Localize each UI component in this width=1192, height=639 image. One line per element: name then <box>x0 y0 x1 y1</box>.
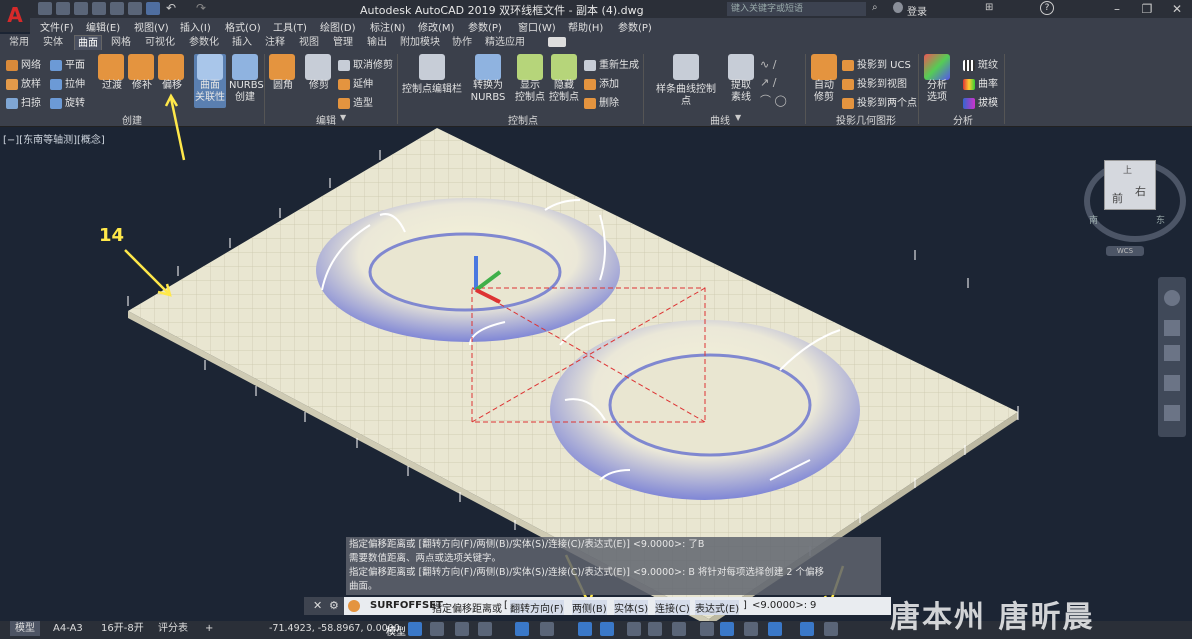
option-both-sides[interactable]: 两侧(B) <box>572 600 607 615</box>
close-command-icon[interactable]: ✕ <box>313 599 322 612</box>
command-line[interactable]: SURFOFFSET 指定偏移距离或 [ 翻转方向(F) 两侧(B) 实体(S)… <box>344 597 891 615</box>
compass-east: 东 <box>1156 216 1166 226</box>
viewcube-top[interactable]: 上 <box>1123 163 1132 176</box>
model-space-toggle[interactable]: 模型 <box>386 623 406 638</box>
layout-tab-a4a3[interactable]: A4-A3 <box>48 621 88 636</box>
ortho-icon[interactable] <box>515 622 529 636</box>
history-line: 需要数值距离、两点或选项关键字。 <box>349 553 502 564</box>
compass-south: 南 <box>1089 216 1099 226</box>
viewcube-right[interactable]: 右 <box>1135 183 1146 199</box>
transparency-icon[interactable] <box>672 622 686 636</box>
snap-icon[interactable] <box>430 622 444 636</box>
layout-tab-score[interactable]: 评分表 <box>153 621 193 636</box>
osnap-icon[interactable] <box>627 622 641 636</box>
lineweight-icon[interactable] <box>648 622 662 636</box>
pan-icon[interactable] <box>1164 320 1180 336</box>
history-line: 指定偏移距离或 [翻转方向(F)/两侧(B)/实体(S)/连接(C)/表达式(E… <box>349 567 824 578</box>
orbit-icon[interactable] <box>1164 375 1180 391</box>
coordinates-readout[interactable]: -71.4923, -58.8967, 0.0000 <box>269 623 400 634</box>
dynamic-ucs-icon[interactable] <box>744 622 758 636</box>
history-line: 曲面。 <box>349 581 378 592</box>
3d-osnap-icon[interactable] <box>720 622 734 636</box>
option-solid[interactable]: 实体(S) <box>614 600 649 615</box>
dynamic-input-icon[interactable] <box>478 622 492 636</box>
osnap-tracking-icon[interactable] <box>600 622 614 636</box>
command-default: <9.0000>: <box>752 600 808 611</box>
customize-icon[interactable]: ⚙ <box>329 599 339 612</box>
viewcube-front[interactable]: 前 <box>1112 190 1123 206</box>
annotation-number: 14 <box>99 225 125 246</box>
grid-icon[interactable] <box>408 622 422 636</box>
layout-tab-16k[interactable]: 16开-8开 <box>96 621 149 636</box>
steering-wheel-icon[interactable] <box>1164 290 1180 306</box>
layout-tab-model[interactable]: 模型 <box>10 621 40 636</box>
option-expression[interactable]: 表达式(E) <box>695 600 740 615</box>
wcs-menu[interactable]: WCS <box>1106 246 1144 256</box>
option-connect[interactable]: 连接(C) <box>655 600 690 615</box>
polar-icon[interactable] <box>540 622 554 636</box>
command-icon <box>348 600 360 612</box>
selection-cycling-icon[interactable] <box>700 622 714 636</box>
command-prompt: 指定偏移距离或 <box>432 604 502 615</box>
command-input[interactable]: 9 <box>810 600 816 611</box>
option-flip[interactable]: 翻转方向(F) <box>510 600 564 615</box>
add-layout-icon[interactable]: + <box>200 621 218 636</box>
gizmo-icon[interactable] <box>800 622 814 636</box>
zoom-icon[interactable] <box>1164 345 1180 361</box>
watermark: 唐本州 唐昕晨 <box>890 600 1095 635</box>
history-line: 指定偏移距离或 [翻转方向(F)/两侧(B)/实体(S)/连接(C)/表达式(E… <box>349 539 705 550</box>
selection-filter-icon[interactable] <box>768 622 782 636</box>
command-history: 指定偏移距离或 [翻转方向(F)/两侧(B)/实体(S)/连接(C)/表达式(E… <box>346 537 881 595</box>
upper-torus <box>316 198 620 342</box>
annotation-visibility-icon[interactable] <box>824 622 838 636</box>
showmotion-icon[interactable] <box>1164 405 1180 421</box>
isodraft-icon[interactable] <box>578 622 592 636</box>
infer-icon[interactable] <box>455 622 469 636</box>
